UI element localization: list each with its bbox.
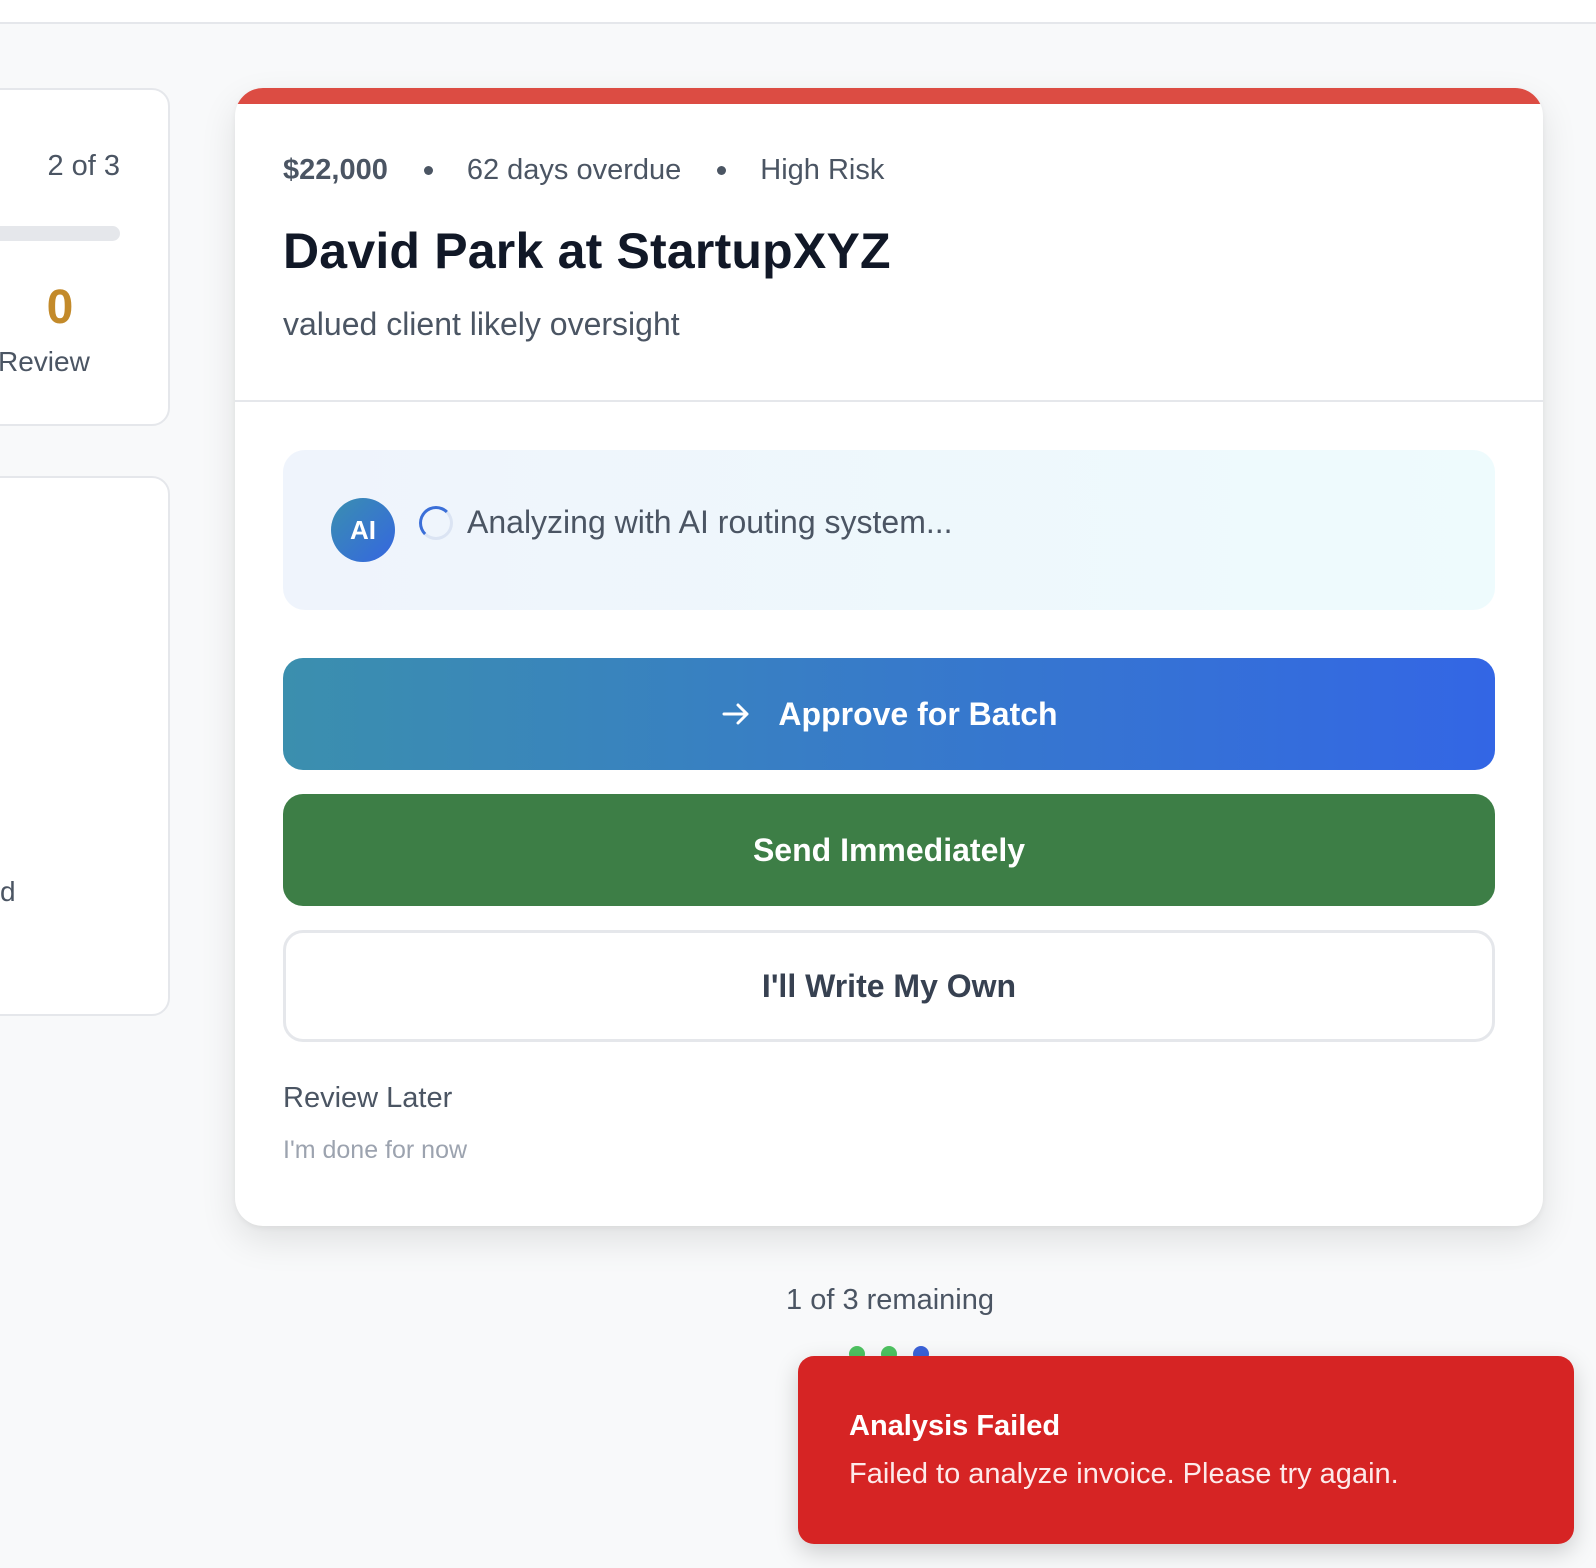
stats-card: d bbox=[0, 476, 170, 1016]
separator-dot bbox=[423, 166, 433, 175]
review-later-link[interactable]: Review Later bbox=[283, 1082, 452, 1115]
arrow-right-icon bbox=[720, 698, 752, 730]
ai-analysis-panel: AI Analyzing with AI routing system... bbox=[283, 450, 1495, 610]
toast-title: Analysis Failed bbox=[849, 1410, 1061, 1442]
client-name: David Park at StartupXYZ bbox=[283, 223, 891, 279]
invoice-amount: $22,000 bbox=[283, 154, 388, 186]
remaining-count: 1 of 3 remaining bbox=[786, 1284, 994, 1316]
separator-dot bbox=[717, 166, 727, 175]
divider bbox=[235, 400, 1543, 402]
error-toast[interactable]: Analysis Failed Failed to analyze invoic… bbox=[798, 1356, 1574, 1544]
toast-message: Failed to analyze invoice. Please try ag… bbox=[849, 1458, 1399, 1490]
review-count: 0 bbox=[46, 281, 74, 334]
progress-bar bbox=[0, 226, 120, 241]
ai-avatar: AI bbox=[331, 498, 395, 562]
invoice-meta: $22,000 62 days overdue High Risk bbox=[283, 154, 884, 187]
risk-strip bbox=[235, 88, 1543, 104]
done-for-now-link[interactable]: I'm done for now bbox=[283, 1136, 467, 1165]
progress-count: 2 of 3 bbox=[47, 150, 120, 182]
ai-status-text: Analyzing with AI routing system... bbox=[467, 504, 953, 540]
review-label: Review bbox=[0, 346, 90, 377]
write-label: I'll Write My Own bbox=[761, 967, 1017, 1004]
top-bar bbox=[0, 0, 1596, 24]
invoice-card: $22,000 62 days overdue High Risk David … bbox=[235, 88, 1543, 1226]
risk-level: High Risk bbox=[760, 154, 885, 186]
ai-avatar-label: AI bbox=[350, 514, 376, 545]
client-subtitle: valued client likely oversight bbox=[283, 306, 680, 342]
write-my-own-button[interactable]: I'll Write My Own bbox=[283, 930, 1495, 1042]
overdue-days: 62 days overdue bbox=[466, 154, 682, 186]
stats-partial-label: d bbox=[0, 876, 16, 907]
approve-label: Approve for Batch bbox=[778, 695, 1058, 732]
progress-card: 2 of 3 0 Review bbox=[0, 88, 170, 426]
send-label: Send Immediately bbox=[752, 831, 1026, 868]
approve-for-batch-button[interactable]: Approve for Batch bbox=[283, 658, 1495, 770]
send-immediately-button[interactable]: Send Immediately bbox=[283, 794, 1495, 906]
loading-spinner-icon bbox=[419, 506, 453, 540]
